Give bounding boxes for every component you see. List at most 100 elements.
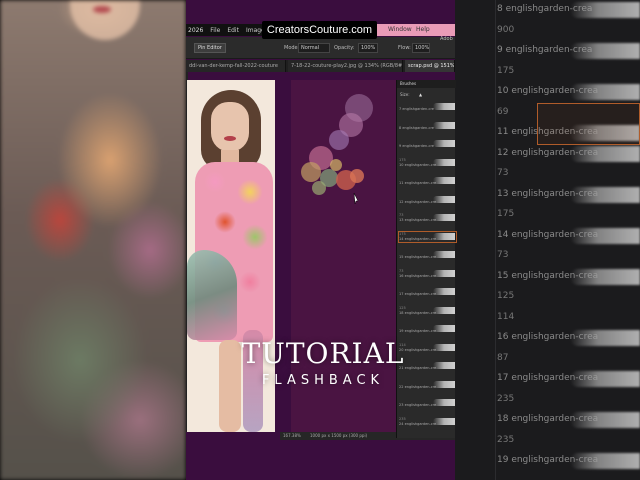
brush-list: 7 englishgarden-cre 8 englishgarden-cre 9 … [397, 102, 457, 438]
brush-list-item[interactable]: 9 englishgarden-cre [399, 139, 456, 149]
blurred-lips [93, 6, 111, 13]
doc-size-readout: 1000 px x 1500 px (300 ppi) [310, 433, 368, 438]
brush-list-item[interactable]: 19 englishgarden-cre [399, 324, 456, 334]
brush-name: 19 englishgarden-cre [399, 329, 437, 333]
brush-size-label: Size: [400, 92, 410, 97]
overlay-brush-stroke [570, 412, 640, 428]
brush-stroke-preview [433, 362, 455, 369]
brush-stroke-preview [433, 121, 455, 129]
adobe-label: Adob [440, 36, 453, 42]
mode-select[interactable]: Normal [298, 43, 330, 53]
doc-tab-scrap[interactable]: scrap.psd @ 151% (La [405, 60, 455, 72]
brush-list-item[interactable]: 114 20 englishgarden-cre [399, 343, 456, 353]
doc-tab-couture[interactable]: ddi-van-der-kemp-fall-2022-couture [186, 60, 286, 72]
overlay-brush-stroke [570, 453, 640, 469]
brush-name: 14 englishgarden-cre [399, 236, 437, 241]
overlay-brush-stroke [570, 268, 640, 285]
brush-size-slider-icon[interactable]: ▲ [419, 92, 422, 97]
brush-stroke-preview [433, 399, 455, 406]
brush-size-row: Size: ▲ [397, 90, 456, 100]
brushes-panel-header: Brushes [397, 80, 456, 88]
brush-list-item[interactable]: 125 18 englishgarden-cre [399, 306, 456, 316]
overlay-brush-number: 125 [497, 291, 515, 301]
brush-list-item[interactable]: 175 10 englishgarden-cre [399, 158, 456, 168]
creators-couture-logo: CreatorsCouture.com [262, 21, 377, 39]
logo-text: CreatorsCouture.com [266, 24, 373, 36]
dress-ruffle [187, 250, 237, 340]
menubar-year: 2026 [188, 26, 204, 34]
brushes-panel: Brushes Size: ▲ 7 englishgarden-cre 8 eng… [396, 80, 457, 438]
brush-size-number: 235 [399, 416, 406, 421]
brush-stroke-preview [433, 158, 455, 166]
brush-stroke-preview [433, 417, 455, 425]
doc-tab-play2[interactable]: 7-18-22-couture-play2.jpg @ 134% (RGB/8#… [288, 60, 403, 72]
brush-size-number: 175 [399, 231, 406, 236]
brush-name: 10 englishgarden-cre [399, 162, 437, 167]
photo-leg [219, 340, 241, 432]
brush-name: 24 englishgarden-cre [399, 421, 437, 426]
brush-stroke-preview [433, 177, 455, 184]
overlay-brush-stroke [570, 371, 640, 387]
blurred-left-background [0, 0, 186, 480]
brush-list-item[interactable]: 73 16 englishgarden-cre [399, 269, 456, 279]
brush-list-item[interactable]: 235 24 englishgarden-cre [399, 417, 456, 427]
overlay-title-tutorial: TUTORIAL [241, 337, 405, 370]
brush-list-item[interactable]: 21 englishgarden-cre [399, 361, 456, 371]
brush-stroke-preview [433, 380, 455, 388]
brush-stroke-preview [433, 251, 455, 258]
brush-stroke-preview [433, 232, 455, 240]
brush-stroke-preview [433, 325, 455, 332]
photo-face [211, 102, 249, 152]
zoom-readout: 167.38% [283, 433, 301, 438]
brush-stroke-preview [433, 195, 455, 203]
brush-name: 13 englishgarden-cre [399, 218, 437, 222]
brush-list-item[interactable]: 175 14 englishgarden-cre [398, 230, 457, 243]
flow-field[interactable]: 100% [412, 43, 430, 53]
overlay-title-flashback: FLASHBACK [261, 373, 385, 388]
menubar-pink-strip: Window Help [370, 24, 455, 36]
brush-list-item[interactable]: 12 englishgarden-cre [399, 195, 456, 205]
brush-stroke-preview [433, 214, 455, 221]
overlay-brush-stroke [570, 84, 640, 100]
panel-divider [495, 0, 496, 480]
cursor-icon [353, 192, 359, 205]
center-column: 2026 File Edit Image L Window Help Pin E… [186, 0, 457, 480]
brush-name: 9 englishgarden-cre [399, 144, 434, 148]
menu-help[interactable]: Help [416, 26, 430, 33]
brush-stroke-preview [433, 343, 455, 351]
brush-name: 12 englishgarden-cre [399, 199, 437, 204]
brush-name: 17 englishgarden-cre [399, 292, 437, 296]
flower-brush-splat [301, 94, 373, 205]
menu-window[interactable]: Window [388, 26, 412, 33]
menu-file[interactable]: File [210, 27, 220, 34]
opacity-label: Opacity: [334, 45, 355, 51]
overlay-brush-stroke [570, 330, 640, 346]
overlay-brush-number: 87 [497, 352, 509, 363]
brush-list-item[interactable]: 22 englishgarden-cre [399, 380, 456, 390]
brush-list-item[interactable]: 17 englishgarden-cre [399, 287, 456, 297]
brush-stroke-preview [433, 103, 455, 110]
brush-name: 8 englishgarden-cre [399, 125, 434, 130]
brush-stroke-preview [433, 306, 455, 314]
menu-edit[interactable]: Edit [227, 27, 239, 34]
brush-stroke-preview [433, 140, 455, 147]
options-bar: Pin Editor Mode: Normal Opacity: 100% Fl… [186, 36, 455, 59]
brush-list-item[interactable]: 15 englishgarden-cre [399, 250, 456, 260]
photo-lips [224, 136, 236, 141]
brush-size-number: 175 [399, 157, 406, 162]
brushes-panel-title: Brushes [400, 81, 417, 86]
overlay-brush-stroke [570, 2, 640, 18]
brush-size-number: 73 [399, 213, 404, 217]
brush-list-item[interactable]: 8 englishgarden-cre [399, 121, 456, 131]
brush-stroke-preview [433, 288, 455, 295]
brush-name: 23 englishgarden-cre [399, 403, 437, 407]
brush-size-number: 73 [399, 268, 404, 273]
brush-list-item[interactable]: 7 englishgarden-cre [399, 102, 456, 112]
overlay-brush-number: 235 [497, 434, 515, 445]
brush-list-item[interactable]: 11 englishgarden-cre [399, 176, 456, 186]
opacity-field[interactable]: 100% [358, 43, 378, 53]
brush-list-item[interactable]: 73 13 englishgarden-cre [399, 213, 456, 223]
brush-list-item[interactable]: 23 englishgarden-cre [399, 398, 456, 408]
overlay-brush-stroke [570, 227, 640, 244]
pin-editor-button[interactable]: Pin Editor [194, 43, 226, 53]
